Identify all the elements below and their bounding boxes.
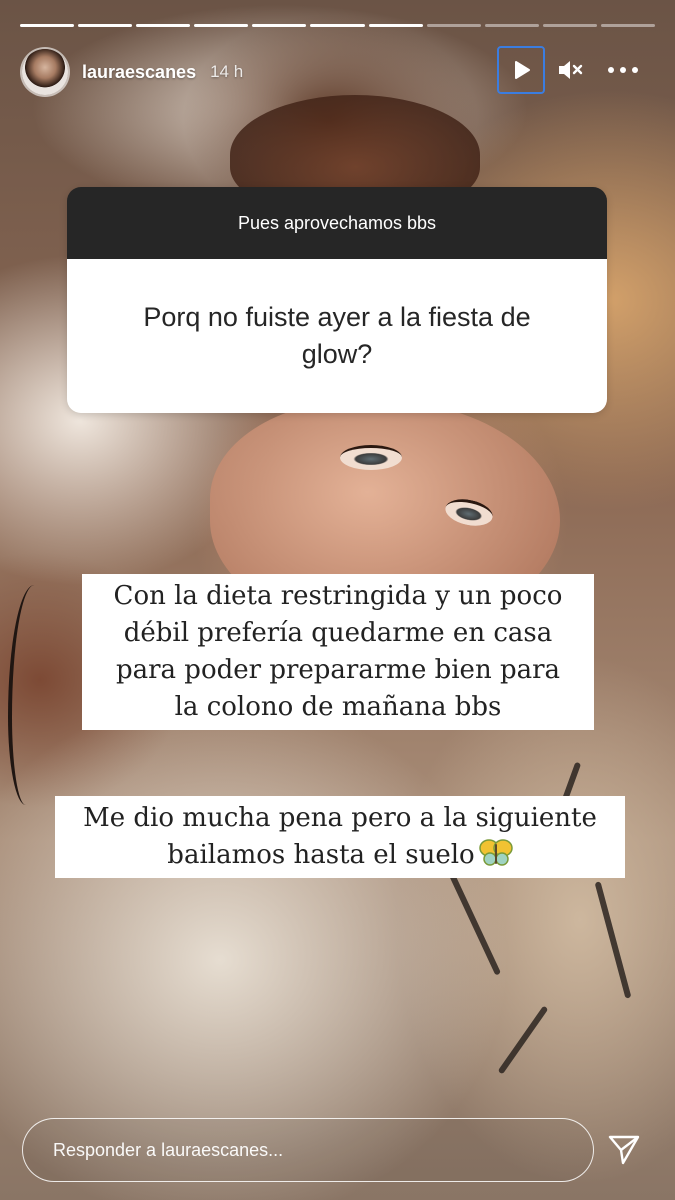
- play-icon: [515, 61, 530, 79]
- photo-stripe: [497, 1005, 549, 1075]
- mute-button[interactable]: [557, 58, 583, 82]
- more-horizontal-icon-dot: [620, 67, 626, 73]
- progress-segment: [600, 24, 656, 27]
- progress-segment: [542, 24, 597, 27]
- avatar[interactable]: [22, 49, 68, 95]
- progress-segment: [136, 24, 191, 27]
- reply-input[interactable]: Responder a lauraescanes...: [22, 1118, 594, 1182]
- progress-segment: [194, 24, 249, 27]
- caption-line: la colono de mañana bbs: [174, 692, 502, 722]
- caption-line-with-emoji: bailamos hasta el suelo: [55, 837, 625, 874]
- photo-stripe: [444, 864, 502, 976]
- reply-placeholder: Responder a lauraescanes...: [53, 1139, 284, 1160]
- progress-segment: [368, 24, 423, 27]
- speaker-muted-icon: [559, 61, 583, 79]
- photo-strap: [8, 585, 52, 805]
- photo-eye-left: [340, 445, 402, 470]
- question-prompt: Pues aprovechamos bbs: [67, 187, 607, 259]
- progress-segment: [310, 24, 365, 27]
- story-timestamp: 14 h: [210, 62, 244, 81]
- username[interactable]: lauraescanes: [82, 62, 196, 83]
- progress-segment: [426, 24, 481, 27]
- caption-line: para poder prepararme bien para: [115, 655, 561, 685]
- story-progress-bar: [20, 24, 656, 27]
- caption-line: Me dio mucha pena pero a la siguiente: [83, 803, 597, 833]
- more-horizontal-icon-dot: [632, 67, 638, 73]
- butterfly-icon: [478, 839, 513, 866]
- caption-line: débil prefería quedarme en casa: [123, 618, 553, 648]
- photo-stripe: [594, 881, 632, 999]
- progress-segment: [484, 24, 539, 27]
- caption-line: Con la dieta restringida y un poco: [113, 581, 563, 611]
- caption-line: bailamos hasta el suelo: [167, 840, 475, 870]
- story-header: lauraescanes 14 h: [22, 46, 653, 98]
- more-options-button[interactable]: [608, 60, 638, 80]
- progress-segment: [78, 24, 133, 27]
- question-text: Porq no fuiste ayer a la fiesta de glow?: [67, 259, 607, 413]
- question-sticker: Pues aprovechamos bbs Porq no fuiste aye…: [67, 187, 607, 413]
- play-button[interactable]: [497, 46, 545, 94]
- progress-segment: [252, 24, 307, 27]
- caption-block-1: Con la dieta restringida y un poco débil…: [82, 574, 594, 730]
- send-icon: [608, 1135, 640, 1165]
- more-horizontal-icon-dot: [608, 67, 614, 73]
- send-button[interactable]: [606, 1132, 642, 1168]
- caption-block-2: Me dio mucha pena pero a la siguiente ba…: [55, 796, 625, 878]
- progress-segment: [20, 24, 75, 27]
